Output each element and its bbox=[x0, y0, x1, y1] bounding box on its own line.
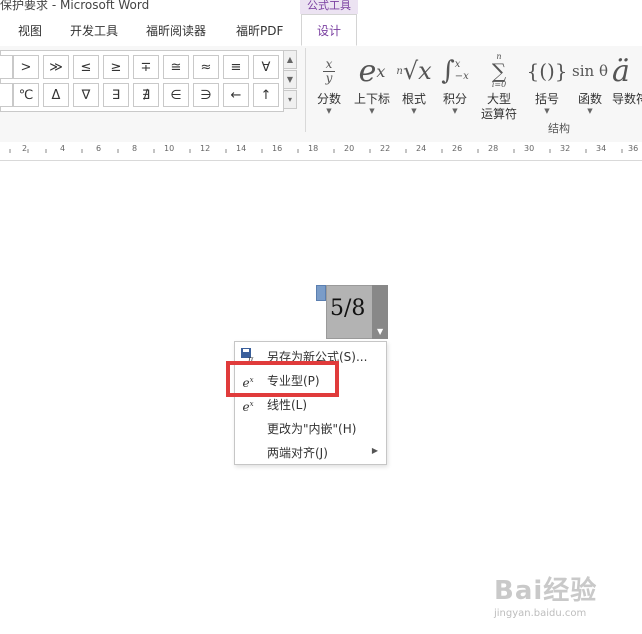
ribbon: > ≫ ≤ ≥ ∓ ≅ ≈ ≡ ∀ ℃ Δ ∇ ∃ ∄ ∈ ∋ ← ↑ ▲ ▼ … bbox=[0, 46, 642, 143]
symbol-partial-2[interactable] bbox=[0, 83, 13, 107]
radical-button[interactable]: n √x 根式 ▼ bbox=[396, 50, 432, 115]
equation-move-handle[interactable] bbox=[316, 285, 326, 301]
script-icon: ex bbox=[358, 53, 386, 89]
symbol-greater-equal[interactable]: ≥ bbox=[103, 55, 129, 79]
symbol-less-equal[interactable]: ≤ bbox=[73, 55, 99, 79]
symbol-congruent[interactable]: ≅ bbox=[163, 55, 189, 79]
tab-foxit-pdf[interactable]: 福昕PDF bbox=[236, 22, 283, 39]
chevron-down-icon: ▼ bbox=[587, 107, 593, 115]
tab-developer[interactable]: 开发工具 bbox=[70, 22, 118, 39]
chevron-down-icon: ▼ bbox=[452, 107, 458, 115]
group-separator bbox=[305, 48, 306, 132]
symbol-delta[interactable]: Δ bbox=[43, 83, 69, 107]
symbol-much-greater[interactable]: ≫ bbox=[43, 55, 69, 79]
function-button[interactable]: sin θ 函数 ▼ bbox=[570, 50, 610, 115]
chevron-down-icon: ▼ bbox=[369, 107, 375, 115]
watermark: Bai经验 jingyan.baidu.com bbox=[494, 576, 598, 619]
symbol-minus-plus[interactable]: ∓ bbox=[133, 55, 159, 79]
symbol-left-arrow[interactable]: ← bbox=[223, 83, 249, 107]
chevron-down-icon: ▼ bbox=[544, 107, 550, 115]
symbol-element-of[interactable]: ∈ bbox=[163, 83, 189, 107]
symbol-not-exists[interactable]: ∄ bbox=[133, 83, 159, 107]
highlight-box bbox=[226, 361, 339, 397]
symbol-identical[interactable]: ≡ bbox=[223, 55, 249, 79]
symbol-for-all[interactable]: ∀ bbox=[253, 55, 279, 79]
symbol-greater[interactable]: > bbox=[13, 55, 39, 79]
menu-item-justification[interactable]: 两端对齐(J) ▶ bbox=[235, 440, 386, 464]
symbol-approx[interactable]: ≈ bbox=[193, 55, 219, 79]
window-title: 保护要求 - Microsoft Word bbox=[0, 0, 150, 12]
linear-format-icon: ex bbox=[242, 400, 254, 414]
chevron-down-icon: ▼ bbox=[411, 107, 417, 115]
structure-group-label: 结构 bbox=[548, 122, 570, 135]
symbol-nabla[interactable]: ∇ bbox=[73, 83, 99, 107]
symbol-exists[interactable]: ∃ bbox=[103, 83, 129, 107]
function-icon: sin θ bbox=[572, 62, 608, 80]
fraction-button[interactable]: xy 分数 ▼ bbox=[312, 50, 346, 115]
menu-item-change-to-inline[interactable]: 更改为"内嵌"(H) bbox=[235, 416, 386, 440]
title-bar: 保护要求 - Microsoft Word 公式工具 bbox=[0, 0, 642, 14]
equation-text[interactable]: 5/8 bbox=[330, 296, 365, 321]
integral-icon: ∫ x −x bbox=[441, 56, 469, 86]
symbol-up-arrow[interactable]: ↑ bbox=[253, 83, 279, 107]
bracket-button[interactable]: {()} 括号 ▼ bbox=[526, 50, 568, 115]
ribbon-tab-bar: 视图 开发工具 福昕阅读器 福昕PDF 设计 bbox=[0, 14, 642, 47]
context-tab-label: 公式工具 bbox=[300, 0, 358, 14]
symbol-gallery-scroll: ▲ ▼ ▾ bbox=[283, 50, 297, 110]
horizontal-ruler: 2 4 6 8 10 12 14 16 18 20 22 24 26 28 30… bbox=[0, 142, 642, 161]
chevron-down-icon: ▼ bbox=[377, 327, 384, 336]
gallery-more-icon[interactable]: ▾ bbox=[283, 90, 297, 109]
tab-view[interactable]: 视图 bbox=[18, 22, 42, 39]
integral-button[interactable]: ∫ x −x 积分 ▼ bbox=[438, 50, 472, 115]
symbol-celsius[interactable]: ℃ bbox=[13, 83, 39, 107]
gallery-scroll-up-icon[interactable]: ▲ bbox=[283, 50, 297, 69]
symbol-gallery: > ≫ ≤ ≥ ∓ ≅ ≈ ≡ ∀ ℃ Δ ∇ ∃ ∄ ∈ ∋ ← ↑ bbox=[0, 50, 284, 112]
accent-icon: ä bbox=[612, 53, 630, 89]
large-operator-button[interactable]: n ∑ i=0 大型 运算符 bbox=[474, 50, 524, 122]
symbol-contains[interactable]: ∋ bbox=[193, 83, 219, 107]
equation-context-menu: π 另存为新公式(S)... ex 专业型(P) ex 线性(L) 更改为"内嵌… bbox=[234, 341, 387, 465]
script-button[interactable]: ex 上下标 ▼ bbox=[350, 50, 394, 116]
tab-design[interactable]: 设计 bbox=[301, 14, 357, 46]
bracket-icon: {()} bbox=[526, 59, 568, 83]
tab-foxit-reader[interactable]: 福昕阅读器 bbox=[146, 22, 206, 39]
gallery-scroll-down-icon[interactable]: ▼ bbox=[283, 70, 297, 89]
submenu-arrow-icon: ▶ bbox=[371, 446, 378, 455]
fraction-icon: xy bbox=[312, 50, 346, 92]
accent-button[interactable]: ä 导数符 bbox=[612, 50, 642, 107]
symbol-partial-1[interactable] bbox=[0, 55, 13, 79]
chevron-down-icon: ▼ bbox=[326, 107, 332, 115]
radical-icon: n √x bbox=[396, 57, 432, 85]
sum-icon: n ∑ i=0 bbox=[491, 52, 507, 89]
